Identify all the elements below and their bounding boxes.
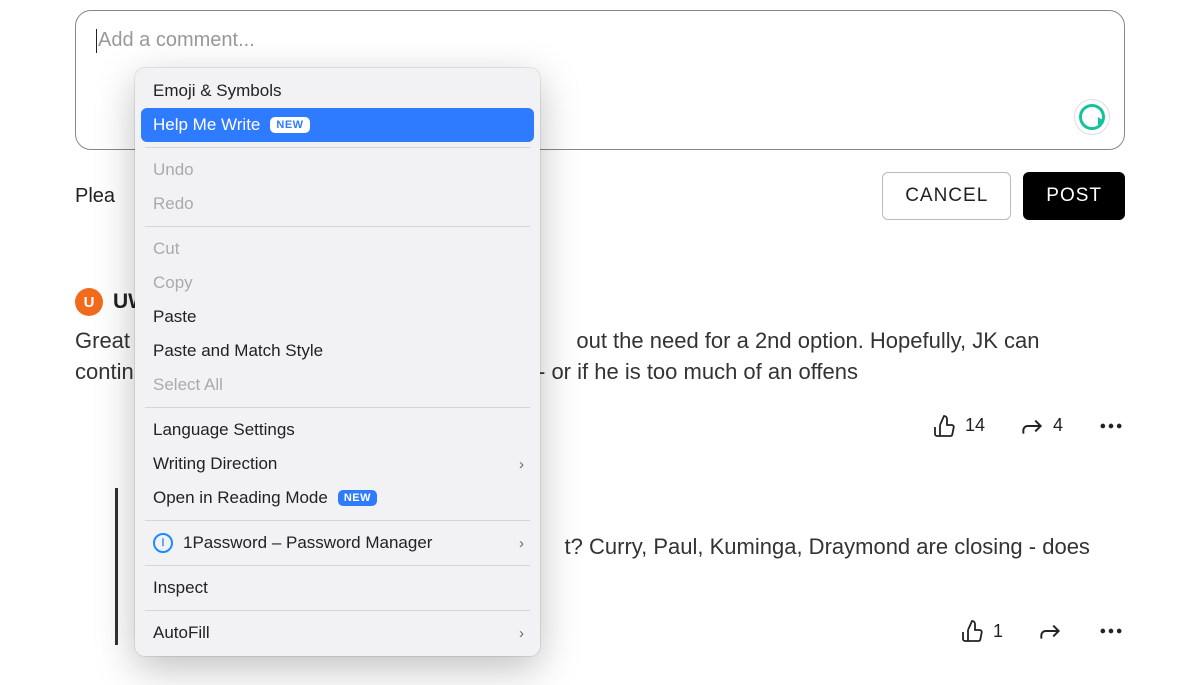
menu-item-label: Paste bbox=[153, 307, 196, 327]
chevron-right-icon: › bbox=[519, 456, 524, 473]
more-dots-icon bbox=[1097, 412, 1125, 440]
reply-button[interactable] bbox=[1037, 618, 1063, 644]
like-button[interactable]: 14 bbox=[933, 414, 985, 438]
menu-item-label: Writing Direction bbox=[153, 454, 277, 474]
menu-item-redo: Redo bbox=[141, 187, 534, 221]
more-button[interactable] bbox=[1097, 412, 1125, 440]
menu-item-label: 1Password – Password Manager bbox=[183, 533, 432, 553]
menu-item-paste-and-match-style[interactable]: Paste and Match Style bbox=[141, 334, 534, 368]
new-badge: NEW bbox=[338, 490, 377, 506]
menu-separator bbox=[145, 407, 530, 408]
reply-button[interactable]: 4 bbox=[1019, 413, 1063, 439]
menu-item-select-all: Select All bbox=[141, 368, 534, 402]
hint-text: Plea bbox=[75, 185, 115, 208]
menu-item-label: Help Me Write bbox=[153, 115, 260, 135]
menu-item-label: Emoji & Symbols bbox=[153, 81, 281, 101]
menu-item-label: Language Settings bbox=[153, 420, 295, 440]
menu-item-undo: Undo bbox=[141, 153, 534, 187]
chevron-right-icon: › bbox=[519, 625, 524, 642]
menu-item-label: Paste and Match Style bbox=[153, 341, 323, 361]
menu-item-label: AutoFill bbox=[153, 623, 210, 643]
cancel-button[interactable]: CANCEL bbox=[882, 172, 1011, 220]
menu-item-open-in-reading-mode[interactable]: Open in Reading Mode NEW bbox=[141, 481, 534, 515]
avatar[interactable]: U bbox=[75, 288, 103, 316]
post-button[interactable]: POST bbox=[1023, 172, 1125, 220]
comment-placeholder: Add a comment... bbox=[98, 29, 1102, 52]
reply-arrow-icon bbox=[1037, 618, 1063, 644]
menu-item-writing-direction[interactable]: Writing Direction › bbox=[141, 447, 534, 481]
menu-item-label: Inspect bbox=[153, 578, 208, 598]
menu-separator bbox=[145, 520, 530, 521]
thumbs-up-icon bbox=[961, 619, 985, 643]
like-count: 1 bbox=[993, 621, 1003, 642]
text-cursor bbox=[96, 29, 97, 53]
menu-item-help-me-write[interactable]: Help Me Write NEW bbox=[141, 108, 534, 142]
menu-item-label: Open in Reading Mode bbox=[153, 488, 328, 508]
menu-item-label: Copy bbox=[153, 273, 193, 293]
menu-item-cut: Cut bbox=[141, 232, 534, 266]
menu-separator bbox=[145, 147, 530, 148]
menu-item-copy: Copy bbox=[141, 266, 534, 300]
menu-item-label: Cut bbox=[153, 239, 179, 259]
reply-count: 4 bbox=[1053, 415, 1063, 436]
grammarly-icon[interactable] bbox=[1074, 99, 1110, 135]
more-button[interactable] bbox=[1097, 617, 1125, 645]
menu-item-paste[interactable]: Paste bbox=[141, 300, 534, 334]
context-menu[interactable]: Emoji & Symbols Help Me Write NEW Undo Redo C… bbox=[135, 68, 540, 656]
chevron-right-icon: › bbox=[519, 535, 524, 552]
menu-separator bbox=[145, 565, 530, 566]
like-count: 14 bbox=[965, 415, 985, 436]
menu-separator bbox=[145, 226, 530, 227]
menu-item-label: Select All bbox=[153, 375, 223, 395]
new-badge: NEW bbox=[270, 117, 309, 133]
menu-item-inspect[interactable]: Inspect bbox=[141, 571, 534, 605]
thumbs-up-icon bbox=[933, 414, 957, 438]
onepassword-icon: ⏽ bbox=[153, 533, 173, 553]
menu-item-label: Redo bbox=[153, 194, 194, 214]
menu-item-label: Undo bbox=[153, 160, 194, 180]
menu-item-1password-password-manager[interactable]: ⏽ 1Password – Password Manager › bbox=[141, 526, 534, 560]
like-button[interactable]: 1 bbox=[961, 619, 1003, 643]
more-dots-icon bbox=[1097, 617, 1125, 645]
reply-arrow-icon bbox=[1019, 413, 1045, 439]
menu-separator bbox=[145, 610, 530, 611]
menu-item-emoji-symbols[interactable]: Emoji & Symbols bbox=[141, 74, 534, 108]
menu-item-language-settings[interactable]: Language Settings bbox=[141, 413, 534, 447]
menu-item-autofill[interactable]: AutoFill › bbox=[141, 616, 534, 650]
